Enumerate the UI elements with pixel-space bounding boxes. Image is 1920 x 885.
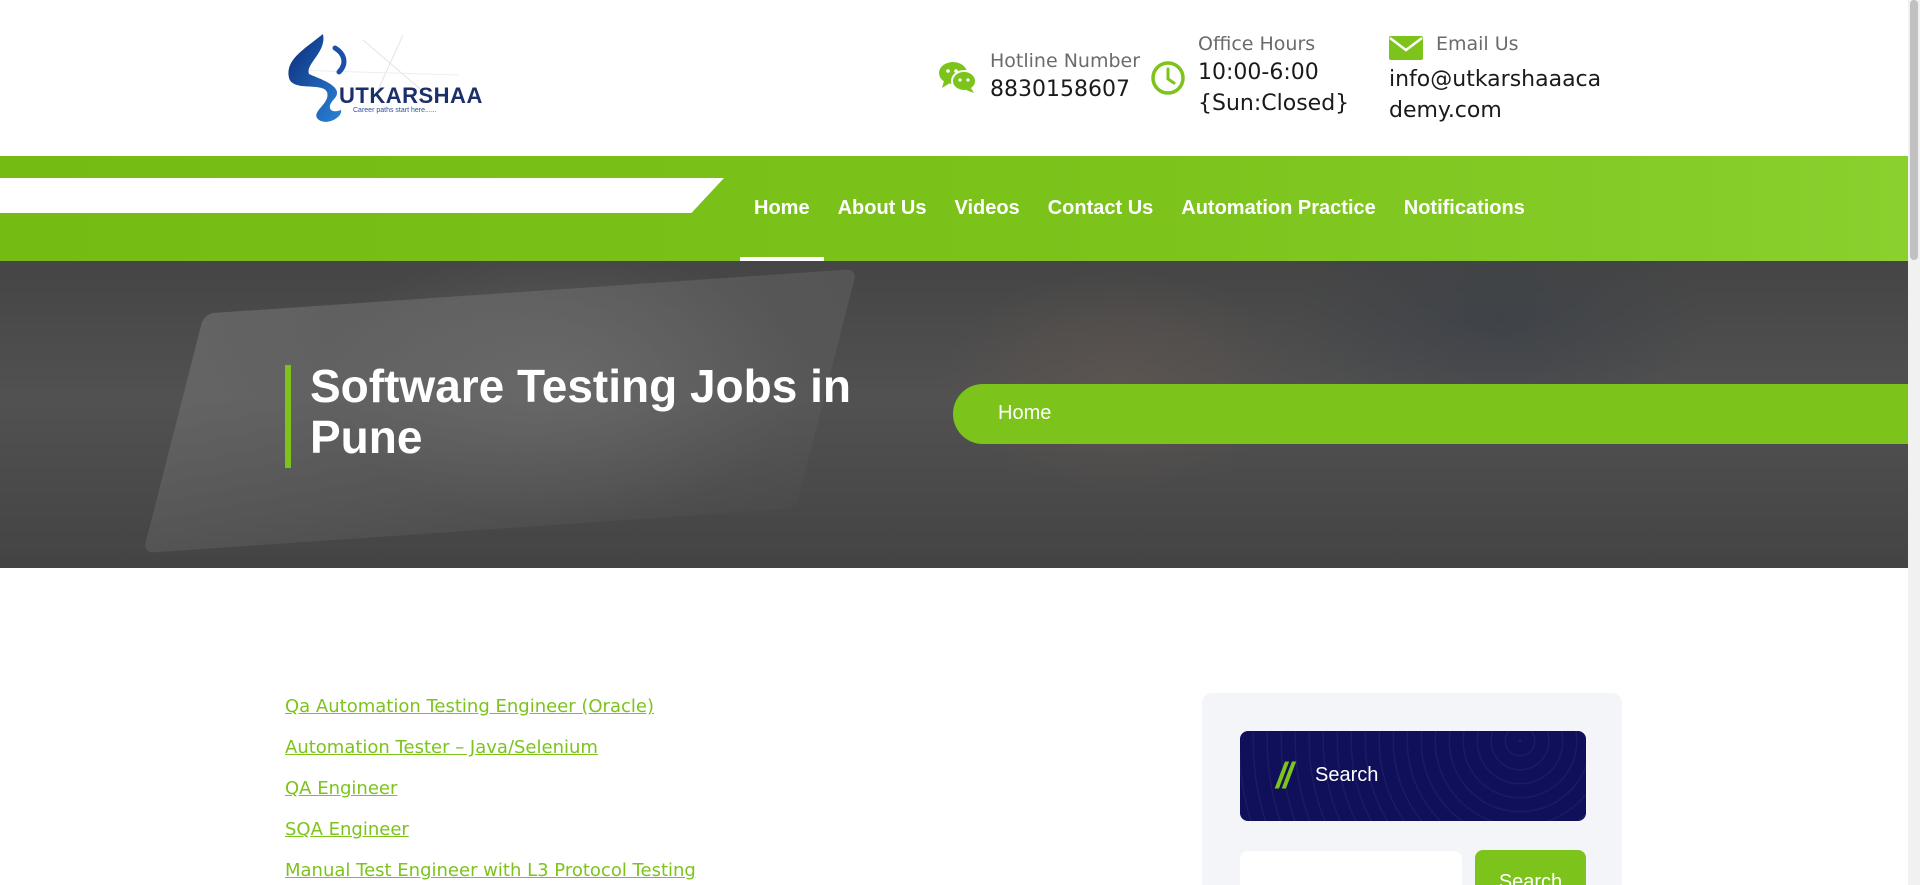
job-link[interactable]: Automation Tester – Java/Selenium — [285, 731, 696, 772]
envelope-icon — [1388, 34, 1424, 66]
email-label: Email Us — [1436, 33, 1519, 55]
nav-automation-practice[interactable]: Automation Practice — [1167, 156, 1389, 261]
sidebar: // Search Search — [1202, 693, 1622, 885]
hotline-info: Hotline Number 8830158607 — [938, 48, 1141, 108]
scrollbar-thumb[interactable] — [1910, 0, 1918, 260]
nav-notifications[interactable]: Notifications — [1390, 156, 1539, 261]
decorative-stripe — [0, 178, 724, 213]
office-hours-value: 10:00-6:00 {Sun:Closed} — [1198, 57, 1349, 119]
logo-wordmark: UTKARSHAA — [339, 83, 483, 108]
clock-icon — [1150, 60, 1186, 100]
search-button[interactable]: Search — [1475, 850, 1586, 885]
nav-videos[interactable]: Videos — [940, 156, 1033, 261]
job-link[interactable]: QA Engineer — [285, 772, 696, 813]
email-info: Email Us info@utkarshaaaca demy.com — [1388, 32, 1628, 132]
breadcrumb: Home — [953, 384, 1908, 444]
logo-tagline: Career paths start here...... — [353, 107, 437, 114]
hotline-label: Hotline Number — [990, 50, 1141, 72]
search-widget-header: // Search — [1240, 731, 1586, 821]
office-hours-info: Office Hours 10:00-6:00 {Sun:Closed} — [1150, 32, 1350, 122]
page-hero: Software Testing Jobs in Pune Home — [0, 261, 1908, 568]
main-navigation-bar: Home About Us Videos Contact Us Automati… — [0, 156, 1908, 261]
double-slash-icon: // — [1276, 755, 1293, 796]
nav-home[interactable]: Home — [740, 156, 824, 261]
search-input[interactable] — [1240, 851, 1462, 885]
nav-about-us[interactable]: About Us — [824, 156, 941, 261]
site-header: UTKARSHAA Career paths start here...... … — [0, 0, 1920, 156]
job-link[interactable]: Manual Test Engineer with L3 Protocol Te… — [285, 854, 696, 885]
search-widget-title: Search — [1315, 764, 1379, 786]
job-list: Qa Automation Testing Engineer (Oracle) … — [285, 690, 696, 885]
email-address[interactable]: info@utkarshaaaca demy.com — [1389, 64, 1601, 126]
page-scrollbar[interactable] — [1908, 0, 1920, 885]
office-hours-line1: 10:00-6:00 — [1198, 60, 1319, 85]
office-hours-line2: {Sun:Closed} — [1198, 91, 1350, 116]
job-link[interactable]: SQA Engineer — [285, 813, 696, 854]
site-logo[interactable]: UTKARSHAA Career paths start here...... — [283, 30, 482, 126]
office-hours-label: Office Hours — [1198, 33, 1316, 55]
chat-bubbles-icon — [938, 60, 978, 98]
breadcrumb-home[interactable]: Home — [998, 402, 1051, 425]
job-link[interactable]: Qa Automation Testing Engineer (Oracle) — [285, 690, 696, 731]
main-nav: Home About Us Videos Contact Us Automati… — [740, 156, 1539, 261]
nav-contact-us[interactable]: Contact Us — [1034, 156, 1168, 261]
email-line2: demy.com — [1389, 98, 1502, 123]
hotline-number[interactable]: 8830158607 — [990, 74, 1130, 105]
email-line1: info@utkarshaaaca — [1389, 67, 1602, 92]
page-title: Software Testing Jobs in Pune — [310, 360, 851, 463]
title-accent-bar — [285, 365, 291, 468]
